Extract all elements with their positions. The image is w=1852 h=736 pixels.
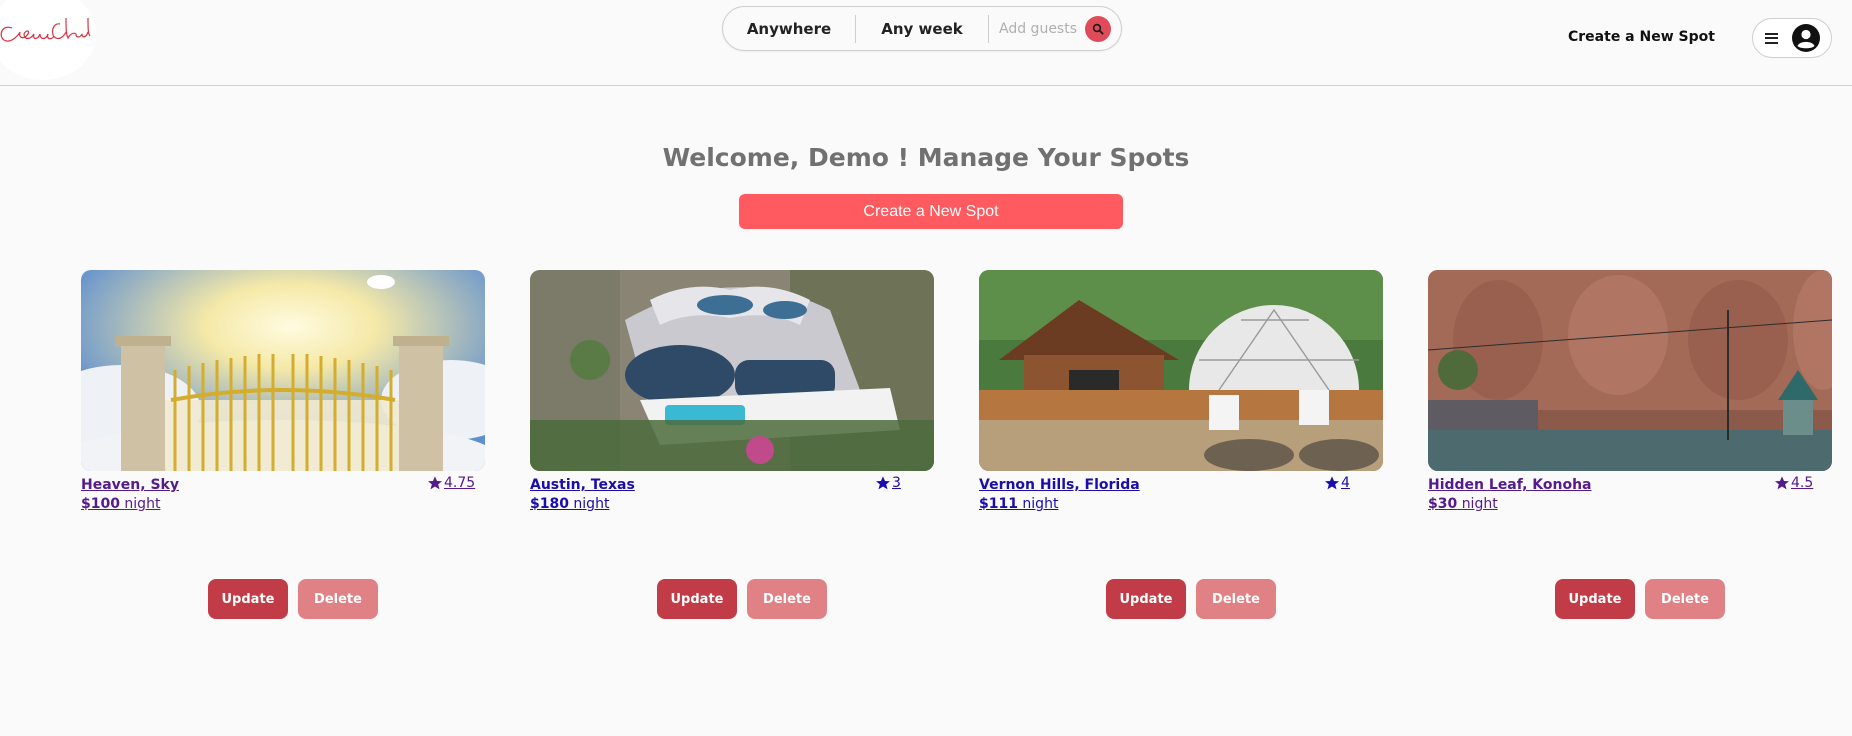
update-button[interactable]: Update [657, 579, 737, 619]
spot-rating[interactable]: 4.75 [427, 475, 475, 491]
spot-location[interactable]: Heaven, Sky [81, 477, 179, 493]
price-amount: $30 [1428, 496, 1458, 512]
user-avatar-icon [1791, 24, 1820, 52]
logo[interactable] [0, 0, 96, 80]
star-icon [876, 476, 890, 490]
profile-menu-button[interactable] [1752, 18, 1832, 58]
spot-rating[interactable]: 4 [1324, 475, 1350, 491]
spot-card: Vernon Hills, Florida 4 $111 night [979, 270, 1383, 530]
delete-button[interactable]: Delete [298, 579, 378, 619]
create-spot-button[interactable]: Create a New Spot [739, 194, 1123, 229]
search-button[interactable] [1085, 15, 1111, 42]
spot-price[interactable]: $100 night [81, 496, 160, 512]
spot-card: Hidden Leaf, Konoha 4.5 $30 night [1428, 270, 1832, 530]
star-icon [1325, 476, 1339, 490]
delete-button[interactable]: Delete [747, 579, 827, 619]
rating-value: 4.5 [1791, 475, 1814, 491]
search-bar[interactable]: Anywhere Any week Add guests [722, 6, 1122, 51]
spot-rating[interactable]: 3 [875, 475, 901, 491]
spot-location[interactable]: Austin, Texas [530, 477, 635, 493]
spot-location[interactable]: Vernon Hills, Florida [979, 477, 1140, 493]
price-amount: $100 [81, 496, 120, 512]
logo-script [0, 17, 91, 42]
update-button[interactable]: Update [208, 579, 288, 619]
spot-card: Heaven, Sky 4.75 $100 night [81, 270, 485, 530]
top-nav: Anywhere Any week Add guests Create a Ne… [0, 0, 1852, 86]
spot-location[interactable]: Hidden Leaf, Konoha [1428, 477, 1592, 493]
spot-price[interactable]: $111 night [979, 496, 1058, 512]
page-title: Welcome, Demo ! Manage Your Spots [662, 143, 1190, 172]
spot-price[interactable]: $30 night [1428, 496, 1498, 512]
add-guests-field[interactable]: Add guests [989, 21, 1081, 37]
price-unit: night [124, 496, 161, 512]
rating-value: 4.75 [444, 475, 476, 491]
spot-image-heaven[interactable] [81, 270, 485, 471]
delete-button[interactable]: Delete [1645, 579, 1725, 619]
search-icon [1092, 23, 1104, 35]
spot-image-vernon-hills[interactable] [979, 270, 1383, 471]
delete-button[interactable]: Delete [1196, 579, 1276, 619]
star-icon [428, 476, 442, 490]
price-unit: night [1461, 496, 1498, 512]
spot-image-austin[interactable] [530, 270, 934, 471]
update-button[interactable]: Update [1106, 579, 1186, 619]
price-amount: $111 [979, 496, 1018, 512]
price-amount: $180 [530, 496, 569, 512]
price-unit: night [573, 496, 610, 512]
any-week-filter[interactable]: Any week [856, 7, 988, 50]
spot-price[interactable]: $180 night [530, 496, 609, 512]
hamburger-icon [1764, 32, 1778, 44]
price-unit: night [1022, 496, 1059, 512]
rating-value: 4 [1341, 475, 1350, 491]
create-spot-link[interactable]: Create a New Spot [1568, 29, 1715, 45]
rating-value: 3 [892, 475, 901, 491]
spot-rating[interactable]: 4.5 [1774, 475, 1813, 491]
star-icon [1775, 476, 1789, 490]
spot-image-hidden-leaf[interactable] [1428, 270, 1832, 471]
update-button[interactable]: Update [1555, 579, 1635, 619]
spot-card: Austin, Texas 3 $180 night [530, 270, 934, 530]
anywhere-filter[interactable]: Anywhere [723, 7, 855, 50]
